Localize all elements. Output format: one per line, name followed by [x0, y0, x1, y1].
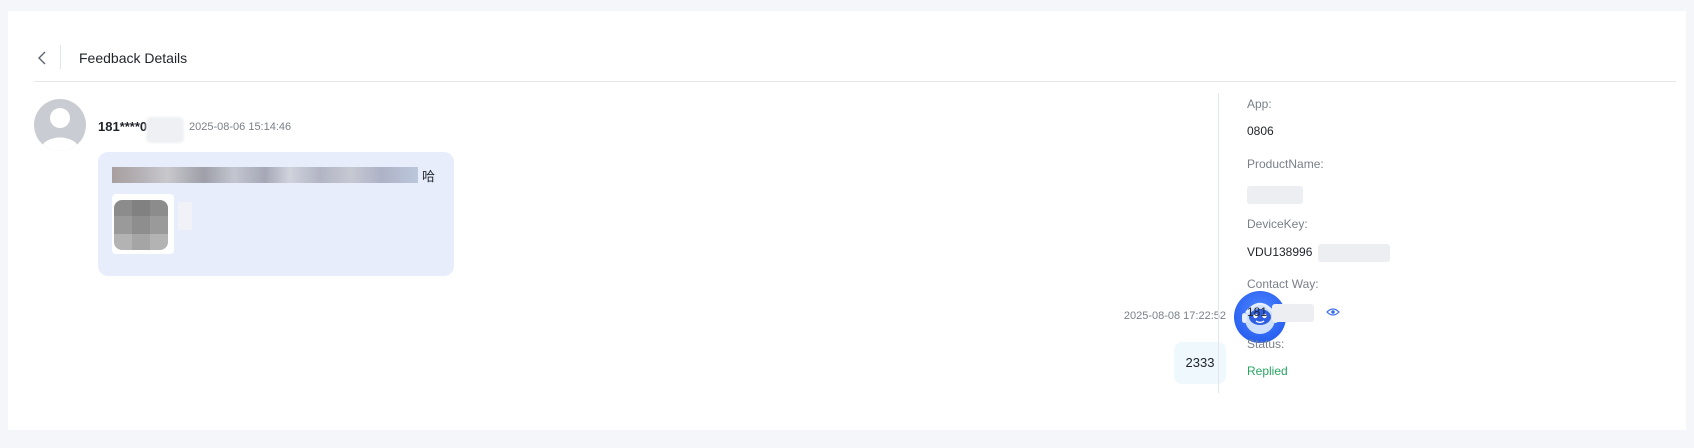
status-value: Replied [1247, 364, 1288, 378]
redacted-value [1272, 304, 1315, 322]
feedback-card: Feedback Details 181****0 2025-08-06 15:… [8, 11, 1686, 430]
user-avatar [34, 99, 86, 151]
contact-way-label: Contact Way: [1247, 277, 1319, 291]
panel-divider [1218, 93, 1219, 393]
page-title: Feedback Details [79, 50, 188, 66]
contact-way-field: Contact Way: 181 [1247, 277, 1340, 322]
user-message-bubble: 哈 [98, 152, 454, 276]
eye-icon[interactable] [1325, 306, 1340, 320]
app-value: 0806 [1247, 124, 1274, 138]
user-name: 181****0 [98, 119, 148, 134]
back-button[interactable] [34, 49, 52, 67]
product-name-value [1247, 184, 1324, 204]
device-key-label: DeviceKey: [1247, 217, 1308, 231]
contact-way-value: 181 [1247, 305, 1268, 320]
status-field: Status: Replied [1247, 337, 1288, 380]
message-text-tail: 哈 [422, 169, 436, 184]
device-key-field: DeviceKey: VDU138996 [1247, 217, 1390, 262]
user-message-time: 2025-08-06 15:14:46 [189, 121, 292, 133]
redacted-value [1247, 186, 1303, 204]
product-name-field: ProductName: [1247, 157, 1324, 204]
attached-image[interactable] [112, 194, 174, 254]
product-name-label: ProductName: [1247, 157, 1324, 171]
redacted-text [112, 167, 418, 183]
contact-way-value-row: 181 [1247, 304, 1340, 322]
status-label: Status: [1247, 337, 1285, 351]
agent-message-time: 2025-08-08 17:22:52 [1123, 310, 1226, 322]
page-header: Feedback Details [34, 41, 1676, 82]
redacted-patch [178, 202, 192, 230]
conversation-panel: 181****0 2025-08-06 15:14:46 哈 2025-08-0… [34, 99, 1296, 429]
header-divider [60, 45, 61, 69]
device-key-value-row: VDU138996 [1247, 244, 1390, 262]
redacted-value [1317, 244, 1390, 262]
redacted-patch [146, 117, 184, 143]
image-thumbnail [114, 200, 168, 250]
app-field: App: 0806 [1247, 97, 1274, 140]
device-key-value: VDU138996 [1247, 245, 1313, 260]
user-silhouette-icon [40, 108, 80, 151]
app-label: App: [1247, 97, 1272, 111]
chevron-left-icon [38, 51, 46, 65]
